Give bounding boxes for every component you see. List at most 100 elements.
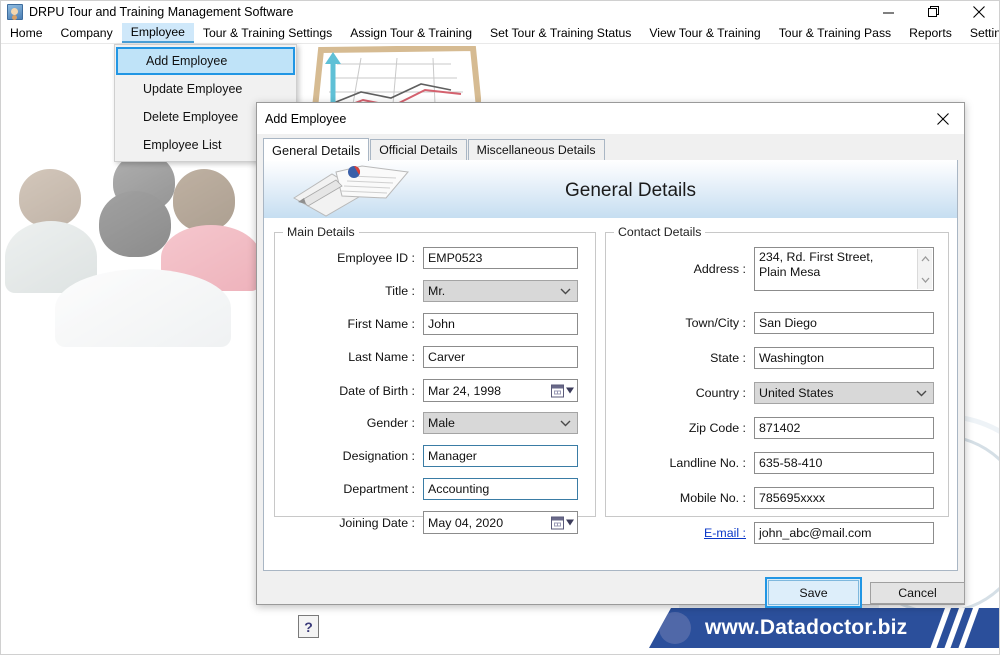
- input-value-employee-id: EMP0523: [428, 251, 483, 265]
- input-first-name[interactable]: John: [423, 313, 578, 335]
- input-value-landline-no: 635-58-410: [759, 456, 823, 470]
- chevron-down-icon: [560, 416, 571, 430]
- chevron-down-icon: [916, 386, 927, 400]
- input-mobile-no[interactable]: 785695xxxx: [754, 487, 934, 509]
- general-details-panel: General Details Main Details Employee ID…: [263, 160, 958, 638]
- label-e-mail[interactable]: E-mail :: [606, 526, 746, 540]
- input-value-e-mail: john_abc@mail.com: [759, 526, 872, 540]
- field-row-joining-date: Joining Date : May 04, 2020: [275, 511, 585, 534]
- field-row-landline-no: Landline No. : 635-58-410: [606, 452, 936, 474]
- label-designation: Designation :: [342, 449, 415, 463]
- label-last-name: Last Name :: [348, 350, 415, 364]
- input-value-designation: Manager: [428, 449, 477, 463]
- combo-value-gender: Male: [428, 416, 455, 430]
- contact-details-group: Contact Details Address : 234, Rd. First …: [605, 225, 949, 544]
- dialog-title: Add Employee: [265, 111, 347, 126]
- combo-country[interactable]: United States: [754, 382, 934, 404]
- save-button[interactable]: Save: [768, 580, 859, 605]
- input-value-last-name: Carver: [428, 350, 466, 364]
- label-address: Address :: [693, 262, 746, 276]
- field-row-employee-id: Employee ID : EMP0523: [275, 247, 585, 269]
- input-value-state: Washington: [759, 351, 824, 365]
- help-button[interactable]: ?: [298, 615, 319, 638]
- combo-title[interactable]: Mr.: [423, 280, 578, 302]
- textarea-address[interactable]: 234, Rd. First Street, Plain Mesa: [754, 247, 934, 291]
- dialog-title-bar: Add Employee: [257, 103, 964, 134]
- input-zip-code[interactable]: 871402: [754, 417, 934, 439]
- input-landline-no[interactable]: 635-58-410: [754, 452, 934, 474]
- label-zip-code: Zip Code :: [688, 421, 746, 435]
- input-value-zip-code: 871402: [759, 421, 801, 435]
- date-value-joining-date: May 04, 2020: [428, 515, 504, 530]
- tab-miscellaneous-details[interactable]: Miscellaneous Details: [467, 139, 605, 160]
- dialog-tabs: General Details Official Details Miscellan…: [263, 138, 958, 161]
- field-row-e-mail: E-mail : john_abc@mail.com: [606, 522, 936, 544]
- chevron-down-icon: [560, 284, 571, 298]
- calendar-icon[interactable]: [551, 384, 574, 397]
- contact-details-legend: Contact Details: [614, 225, 706, 239]
- field-row-last-name: Last Name : Carver: [275, 346, 585, 368]
- label-country: Country :: [695, 386, 746, 400]
- date-field-joining-date[interactable]: May 04, 2020: [423, 511, 578, 534]
- label-state: State :: [710, 351, 746, 365]
- add-employee-dialog: Add Employee General Details Official Det…: [256, 102, 965, 638]
- label-employee-id: Employee ID :: [337, 251, 415, 265]
- input-e-mail[interactable]: john_abc@mail.com: [754, 522, 934, 544]
- label-landline-no: Landline No. :: [669, 456, 746, 470]
- save-button-focus-ring: Save: [765, 577, 862, 608]
- textarea-scrollbar[interactable]: [917, 249, 932, 289]
- footer-banner: www.Datadoctor.biz: [649, 608, 999, 648]
- field-row-state: State : Washington: [606, 347, 936, 369]
- label-gender: Gender :: [366, 416, 415, 430]
- field-row-town-city: Town/City : San Diego: [606, 312, 936, 334]
- input-department[interactable]: Accounting: [423, 478, 578, 500]
- calendar-icon[interactable]: [551, 516, 574, 529]
- field-row-zip-code: Zip Code : 871402: [606, 417, 936, 439]
- input-value-department: Accounting: [428, 482, 490, 496]
- scroll-up-icon[interactable]: [921, 251, 930, 266]
- input-town-city[interactable]: San Diego: [754, 312, 934, 334]
- field-row-gender: Gender : Male: [275, 412, 585, 434]
- combo-value-country: United States: [759, 386, 834, 400]
- field-row-address: Address : 234, Rd. First Street, Plain Me…: [606, 247, 936, 291]
- field-row-designation: Designation : Manager: [275, 445, 585, 467]
- panel-header: General Details: [264, 160, 957, 218]
- input-value-first-name: John: [428, 317, 455, 331]
- input-employee-id[interactable]: EMP0523: [423, 247, 578, 269]
- cancel-button[interactable]: Cancel: [870, 582, 965, 604]
- field-row-first-name: First Name : John: [275, 313, 585, 335]
- application-window: DRPU Tour and Training Management Softwa…: [0, 0, 1000, 655]
- people-illustration: [1, 141, 263, 371]
- input-value-mobile-no: 785695xxxx: [759, 491, 826, 505]
- field-row-title: Title : Mr.: [275, 280, 585, 302]
- dialog-close-icon[interactable]: [922, 103, 964, 134]
- input-value-town-city: San Diego: [759, 316, 817, 330]
- input-designation[interactable]: Manager: [423, 445, 578, 467]
- tab-general-details[interactable]: General Details: [263, 138, 370, 161]
- input-state[interactable]: Washington: [754, 347, 934, 369]
- dropdown-item-add-employee[interactable]: Add Employee: [116, 47, 295, 75]
- combo-gender[interactable]: Male: [423, 412, 578, 434]
- scroll-down-icon[interactable]: [921, 272, 930, 287]
- field-row-date-of-birth: Date of Birth : Mar 24, 1998: [275, 379, 585, 402]
- label-first-name: First Name :: [347, 317, 415, 331]
- label-mobile-no: Mobile No. :: [679, 491, 746, 505]
- dialog-body: General Details Official Details Miscellan…: [257, 134, 965, 638]
- field-row-mobile-no: Mobile No. : 785695xxxx: [606, 487, 936, 509]
- tab-official-details[interactable]: Official Details: [370, 139, 467, 160]
- label-title: Title :: [385, 284, 415, 298]
- combo-value-title: Mr.: [428, 284, 446, 298]
- main-details-legend: Main Details: [283, 225, 359, 239]
- panel-title: General Details: [565, 180, 696, 201]
- input-last-name[interactable]: Carver: [423, 346, 578, 368]
- dropdown-item-update-employee[interactable]: Update Employee: [115, 75, 296, 103]
- main-details-group: Main Details Employee ID : EMP0523 Title :…: [274, 225, 596, 534]
- label-date-of-birth: Date of Birth :: [339, 383, 415, 398]
- label-joining-date: Joining Date :: [339, 515, 415, 530]
- date-value-date-of-birth: Mar 24, 1998: [428, 383, 502, 398]
- banner-url: www.Datadoctor.biz: [705, 616, 908, 639]
- date-field-date-of-birth[interactable]: Mar 24, 1998: [423, 379, 578, 402]
- label-town-city: Town/City :: [685, 316, 746, 330]
- field-row-department: Department : Accounting: [275, 478, 585, 500]
- label-department: Department :: [343, 482, 415, 496]
